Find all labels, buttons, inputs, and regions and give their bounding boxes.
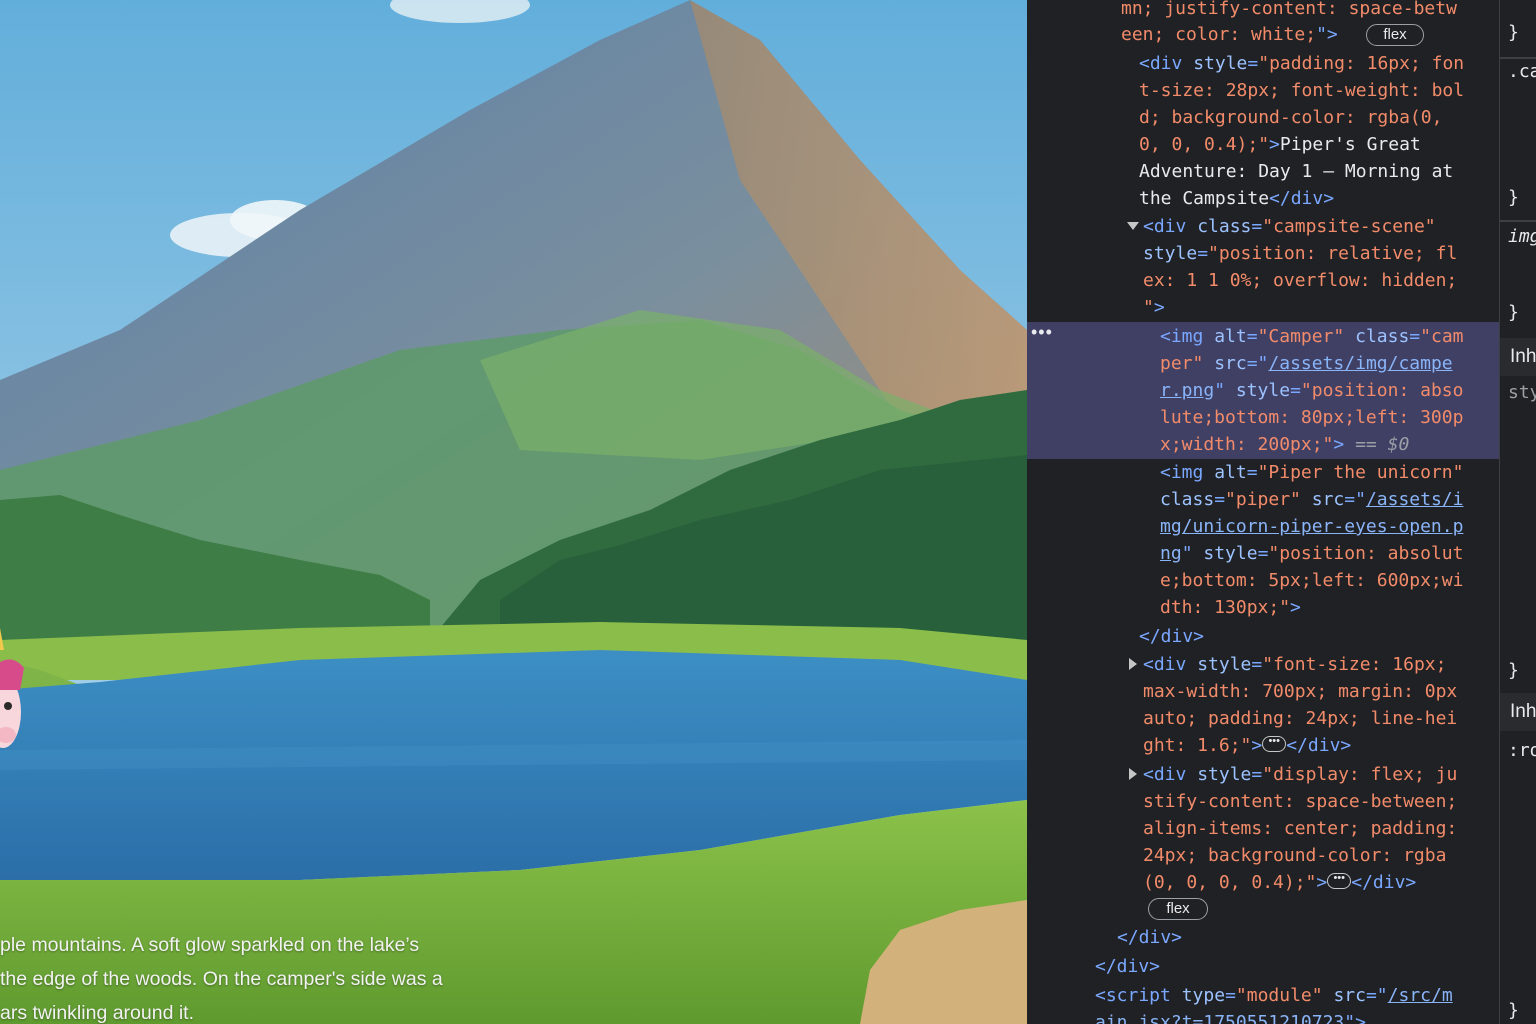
selector-img[interactable]: img <box>1508 226 1536 247</box>
rule-close-brace: } <box>1508 1000 1519 1021</box>
dom-line: max-width: 700px; margin: 0px <box>1143 681 1458 702</box>
dom-line: class="piper" src="/assets/i <box>1160 489 1464 510</box>
dom-node-footer-div[interactable]: <div style="display: flex; ju <box>1143 761 1457 788</box>
story-text: ple mountains. A soft glow sparkled on t… <box>0 928 520 1024</box>
collapsed-children-ellipsis-icon[interactable]: ••• <box>1262 736 1287 752</box>
dom-line-attr-continuation: mn; justify-content: space-betw <box>1121 0 1457 19</box>
camper-src-link-end[interactable]: r.png <box>1160 380 1214 401</box>
dom-line: per" src="/assets/img/campe <box>1160 353 1453 374</box>
expand-triangle-icon[interactable] <box>1129 768 1137 780</box>
collapsed-children-ellipsis-icon[interactable]: ••• <box>1327 873 1352 889</box>
dom-line: lute;bottom: 80px;left: 300p <box>1160 407 1464 428</box>
dom-line: e;bottom: 5px;left: 600px;wi <box>1160 570 1464 591</box>
dom-close-campsite-div: </div> <box>1139 626 1205 647</box>
dom-line: 0, 0, 0.4);">Piper's Great <box>1139 134 1421 155</box>
divider <box>1500 220 1536 222</box>
rule-close-brace: } <box>1508 22 1519 43</box>
inherited-header: Inh <box>1500 693 1536 731</box>
piper-src-link-mid[interactable]: mg/unicorn-piper-eyes-open.p <box>1160 516 1463 537</box>
script-src-link-end[interactable]: ain.jsx?t=1750551210723 <box>1095 1012 1344 1024</box>
dom-line: ng" style="position: absolut <box>1160 543 1464 564</box>
dom-line: r.png" style="position: abso <box>1160 380 1464 401</box>
dom-node-script[interactable]: <script type="module" src="/src/m <box>1095 982 1453 1009</box>
script-src-link[interactable]: /src/m <box>1388 985 1453 1006</box>
dom-line: t-size: 28px; font-weight: bol <box>1139 80 1465 101</box>
piper-src-link-end[interactable]: ng <box>1160 543 1182 564</box>
dom-node-campsite-div[interactable]: <div class="campsite-scene" <box>1143 213 1436 240</box>
expand-triangle-icon[interactable] <box>1127 222 1139 230</box>
flex-badge[interactable]: flex <box>1148 898 1208 920</box>
devtools-styles-pane: } .ca } img } Inh sty } Inh :ro } <box>1499 0 1536 1024</box>
dom-node-story-div[interactable]: <div style="font-size: 16px; <box>1143 651 1446 678</box>
dom-line: (0, 0, 0, 0.4);"> ••• </div> <box>1143 872 1417 893</box>
expand-triangle-icon[interactable] <box>1129 658 1137 670</box>
dom-line: 24px; background-color: rgba <box>1143 845 1447 866</box>
dom-line: the Campsite</div> <box>1139 188 1335 209</box>
story-line-3: ars twinkling around it. <box>0 1002 195 1024</box>
flex-badge[interactable]: flex <box>1366 24 1424 46</box>
dom-line: Adventure: Day 1 — Morning at <box>1139 161 1454 182</box>
devtools-elements-panel: ••• mn; justify-content: space-betw een;… <box>1027 0 1499 1024</box>
inherited-header: Inh <box>1500 338 1536 376</box>
dom-close-div: </div> <box>1117 927 1183 948</box>
dom-line: ain.jsx?t=1750551210723"> <box>1095 1009 1366 1024</box>
dom-line: ex: 1 1 0%; overflow: hidden; <box>1143 270 1458 291</box>
camper-src-link[interactable]: /assets/img/campe <box>1268 353 1452 374</box>
dom-line: mg/unicorn-piper-eyes-open.p <box>1160 513 1463 540</box>
dom-line: "> <box>1143 297 1165 318</box>
dom-line-header-style-end: een; color: white;"> <box>1121 24 1338 45</box>
style-attribute-label[interactable]: sty <box>1508 382 1536 403</box>
rule-close-brace: } <box>1508 660 1519 681</box>
campsite-scene: ple mountains. A soft glow sparkled on t… <box>0 0 1027 1024</box>
dom-close-div: </div> <box>1095 956 1161 977</box>
campsite-background-image <box>0 0 1027 1024</box>
selector-ca[interactable]: .ca <box>1508 61 1536 82</box>
dom-line: stify-content: space-between; <box>1143 791 1458 812</box>
story-line-2: the edge of the woods. On the camper's s… <box>0 968 443 990</box>
rule-close-brace: } <box>1508 187 1519 208</box>
rule-close-brace: } <box>1508 302 1519 323</box>
dom-line: dth: 130px;"> <box>1160 597 1301 618</box>
node-actions-ellipsis-icon[interactable]: ••• <box>1031 322 1053 343</box>
story-line-1: ple mountains. A soft glow sparkled on t… <box>0 934 420 956</box>
dom-node-piper-img[interactable]: <img alt="Piper the unicorn" <box>1160 459 1463 486</box>
dom-node-camper-img[interactable]: <img alt="Camper" class="cam <box>1160 323 1464 350</box>
dom-line: ght: 1.6;"> ••• </div> <box>1143 735 1352 756</box>
dom-line: auto; padding: 24px; line-hei <box>1143 708 1458 729</box>
dom-line: d; background-color: rgba(0, <box>1139 107 1443 128</box>
piper-src-link[interactable]: /assets/i <box>1366 489 1464 510</box>
divider <box>1500 57 1536 59</box>
dom-line: style="position: relative; fl <box>1143 243 1458 264</box>
dom-line: align-items: center; padding: <box>1143 818 1458 839</box>
selector-root[interactable]: :ro <box>1508 740 1536 761</box>
dom-line: x;width: 200px;"> == $0 <box>1160 434 1410 455</box>
dom-node-title-div[interactable]: <div style="padding: 16px; fon <box>1139 50 1464 77</box>
